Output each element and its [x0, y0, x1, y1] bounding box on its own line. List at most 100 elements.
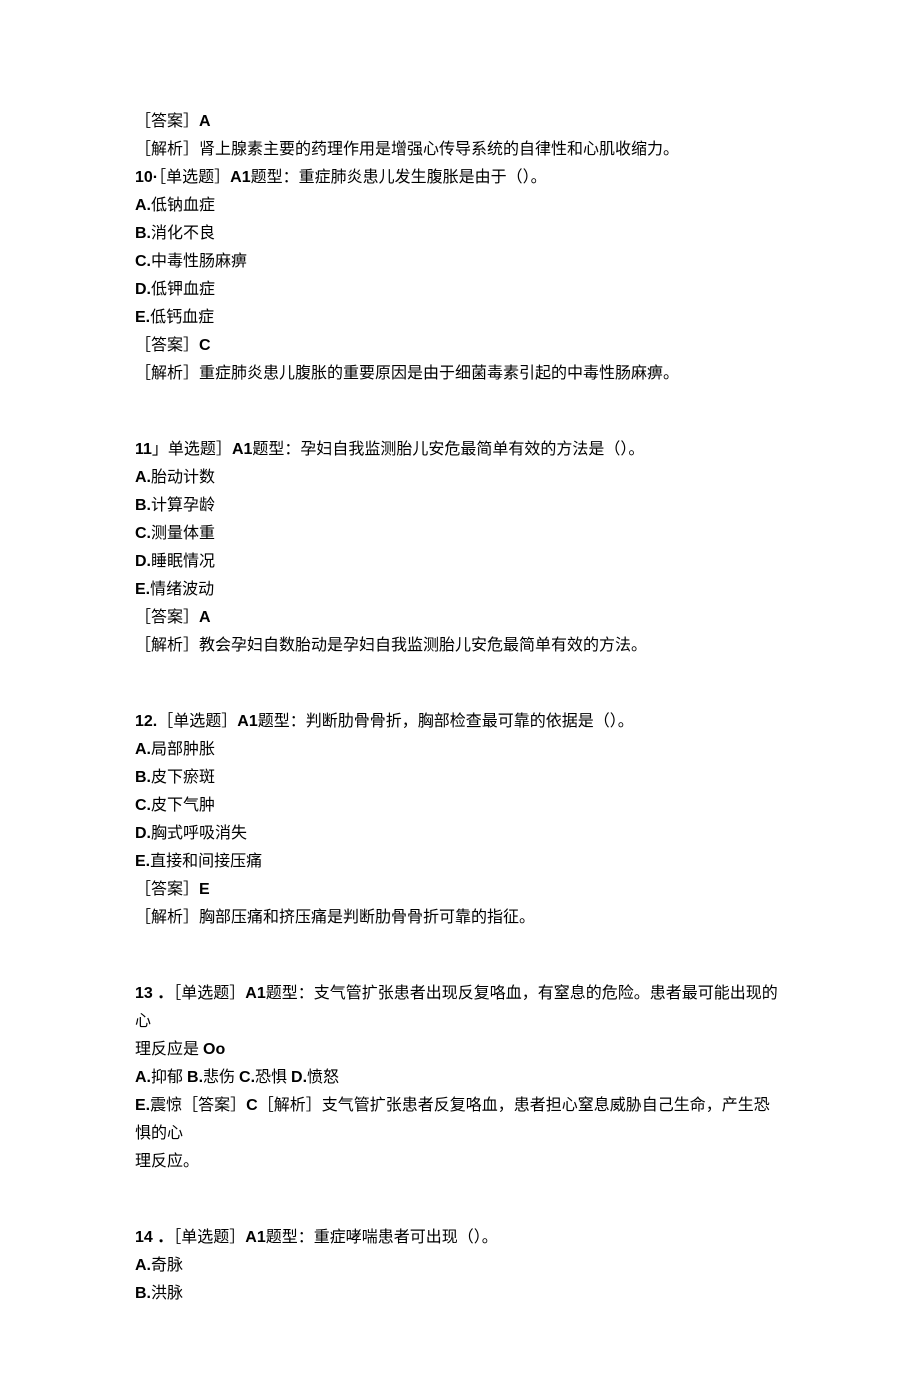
question-stem-text: 题型：重症哮喘患者可出现（）。	[266, 1229, 498, 1246]
question-type: ［单选题］	[173, 1229, 245, 1246]
option-key: C.	[135, 797, 151, 814]
question-type: ［单选题］	[173, 985, 245, 1002]
option-c: C.测量体重	[135, 520, 785, 548]
explain-text: 理反应。	[135, 1153, 199, 1170]
option-a: A.胎动计数	[135, 464, 785, 492]
option-key: C.	[135, 253, 151, 270]
option-key: D.	[135, 825, 151, 842]
question-stem-line1: 13 ．［单选题］A1题型：支气管扩张患者出现反复咯血，有窒息的危险。患者最可能…	[135, 980, 785, 1036]
explain-label: ［解析］	[258, 1097, 322, 1114]
option-key: A.	[135, 197, 151, 214]
option-text: 奇脉	[151, 1257, 183, 1274]
option-b: B.皮下瘀斑	[135, 764, 785, 792]
option-key: E.	[135, 581, 150, 598]
question-a1: A1	[230, 169, 250, 186]
options-inline: A.抑郁 B.悲伤 C.恐惧 D.愤怒	[135, 1064, 785, 1092]
option-text: 低钾血症	[151, 281, 215, 298]
option-text: 悲伤	[203, 1069, 239, 1086]
question-type: ［单选题］	[158, 169, 230, 186]
option-text: 直接和间接压痛	[150, 853, 262, 870]
explain-line: ［解析］胸部压痛和挤压痛是判断肋骨骨折可靠的指征。	[135, 904, 785, 932]
option-text: 皮下气肿	[151, 797, 215, 814]
explain-label: ［解析］	[135, 141, 199, 158]
option-a: A.奇脉	[135, 1252, 785, 1280]
option-text: 胸式呼吸消失	[151, 825, 247, 842]
option-d: D.胸式呼吸消失	[135, 820, 785, 848]
option-key: D.	[291, 1069, 307, 1086]
question-stem: 14 ．［单选题］A1题型：重症哮喘患者可出现（）。	[135, 1224, 785, 1252]
option-key: E.	[135, 1097, 150, 1114]
question-number: 10·	[135, 169, 158, 186]
option-key: E.	[135, 309, 150, 326]
option-key: E.	[135, 853, 150, 870]
explain-text: 胸部压痛和挤压痛是判断肋骨骨折可靠的指征。	[199, 909, 535, 926]
question-number: 12.	[135, 713, 157, 730]
answer-label: ［答案］	[182, 1097, 246, 1114]
answer-value: A	[199, 113, 211, 130]
option-text: 消化不良	[151, 225, 215, 242]
question-a1: A1	[237, 713, 257, 730]
option-key: B.	[135, 769, 151, 786]
document-page: ［答案］A ［解析］肾上腺素主要的药理作用是增强心传导系统的自律性和心肌收缩力。…	[0, 0, 920, 1388]
option-a: A.局部肿胀	[135, 736, 785, 764]
option-text: 皮下瘀斑	[151, 769, 215, 786]
option-key: C.	[239, 1069, 255, 1086]
question-a1: A1	[245, 985, 265, 1002]
question-stem: 10·［单选题］A1题型：重症肺炎患儿发生腹胀是由于（）。	[135, 164, 785, 192]
question-14: 14 ．［单选题］A1题型：重症哮喘患者可出现（）。 A.奇脉 B.洪脉	[135, 1224, 785, 1308]
option-b: B.消化不良	[135, 220, 785, 248]
option-text: 测量体重	[151, 525, 215, 542]
stem-prefix: 理反应是	[135, 1041, 203, 1058]
option-text: 计算孕龄	[151, 497, 215, 514]
explain-label: ［解析］	[135, 637, 199, 654]
question-stem: 11」单选题］A1题型：孕妇自我监测胎儿安危最简单有效的方法是（）。	[135, 436, 785, 464]
explain-line2: 理反应。	[135, 1148, 785, 1176]
option-key: B.	[135, 1285, 151, 1302]
question-type: 」单选题］	[152, 441, 232, 458]
question-stem-text: 题型：孕妇自我监测胎儿安危最简单有效的方法是（）。	[252, 441, 644, 458]
question-stem-text: 题型：判断肋骨骨折，胸部检查最可靠的依据是（）。	[258, 713, 634, 730]
option-e: E.情绪波动	[135, 576, 785, 604]
question-stem: 12.［单选题］A1题型：判断肋骨骨折，胸部检查最可靠的依据是（）。	[135, 708, 785, 736]
explain-text: 肾上腺素主要的药理作用是增强心传导系统的自律性和心肌收缩力。	[199, 141, 679, 158]
option-b: B.计算孕龄	[135, 492, 785, 520]
option-text: 中毒性肠麻痹	[151, 253, 247, 270]
stem-strong: Oo	[203, 1041, 225, 1058]
answer-value: E	[199, 881, 210, 898]
explain-line: ［解析］重症肺炎患儿腹胀的重要原因是由于细菌毒素引起的中毒性肠麻痹。	[135, 360, 785, 388]
option-key: D.	[135, 281, 151, 298]
answer-label: ［答案］	[135, 881, 199, 898]
option-text: 胎动计数	[151, 469, 215, 486]
option-key: A.	[135, 1257, 151, 1274]
option-e-answer-explain: E.震惊［答案］C［解析］支气管扩张患者反复咯血，患者担心窒息威胁自己生命，产生…	[135, 1092, 785, 1148]
option-key: B.	[135, 225, 151, 242]
answer-line: ［答案］E	[135, 876, 785, 904]
option-key: B.	[187, 1069, 203, 1086]
question-12: 12.［单选题］A1题型：判断肋骨骨折，胸部检查最可靠的依据是（）。 A.局部肿…	[135, 708, 785, 932]
option-c: C.中毒性肠麻痹	[135, 248, 785, 276]
explain-label: ［解析］	[135, 365, 199, 382]
option-e: E.低钙血症	[135, 304, 785, 332]
answer-value: A	[199, 609, 211, 626]
question-number: 13 ．	[135, 985, 173, 1002]
question-11: 11」单选题］A1题型：孕妇自我监测胎儿安危最简单有效的方法是（）。 A.胎动计…	[135, 436, 785, 660]
answer-line: ［答案］A	[135, 604, 785, 632]
option-c: C.皮下气肿	[135, 792, 785, 820]
option-text: 睡眠情况	[151, 553, 215, 570]
question-number: 14 ．	[135, 1229, 173, 1246]
question-a1: A1	[245, 1229, 265, 1246]
option-e: E.直接和间接压痛	[135, 848, 785, 876]
answer-line: ［答案］A	[135, 108, 785, 136]
option-text: 低钙血症	[150, 309, 214, 326]
option-key: A.	[135, 741, 151, 758]
option-text: 抑郁	[151, 1069, 187, 1086]
option-d: D.睡眠情况	[135, 548, 785, 576]
explain-label: ［解析］	[135, 909, 199, 926]
answer-label: ［答案］	[135, 609, 199, 626]
option-text: 低钠血症	[151, 197, 215, 214]
answer-value: C	[246, 1097, 258, 1114]
option-key: B.	[135, 497, 151, 514]
option-text: 局部肿胀	[151, 741, 215, 758]
option-text: 震惊	[150, 1097, 182, 1114]
answer-label: ［答案］	[135, 337, 199, 354]
